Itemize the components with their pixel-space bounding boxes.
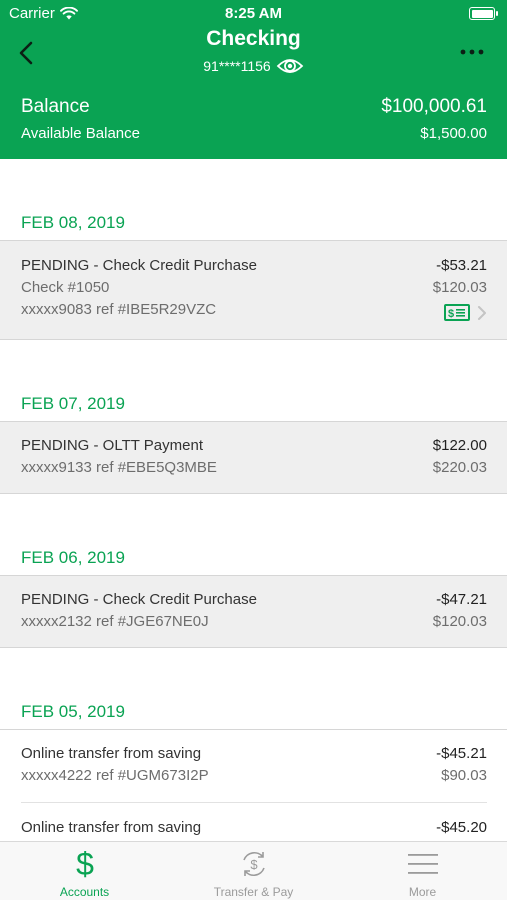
account-header: Carrier 8:25 AM Checking 91****1156 Bala… xyxy=(0,0,507,159)
transaction-row[interactable]: Online transfer from saving xxxxx4222 re… xyxy=(0,729,507,841)
svg-text:$: $ xyxy=(250,857,258,872)
row-divider xyxy=(21,802,487,803)
transaction-reference: xxxxx9083 ref #IBE5R29VZC xyxy=(21,301,217,318)
svg-text:$: $ xyxy=(448,308,454,319)
transaction-reference: xxxxx9133 ref #EBE5Q3MBE xyxy=(21,459,217,476)
transfer-pay-icon: $ xyxy=(242,851,265,877)
status-time: 8:25 AM xyxy=(225,5,282,22)
balance-label: Balance xyxy=(21,96,90,117)
tab-transfer-pay[interactable]: $ Transfer & Pay xyxy=(169,842,338,900)
transaction-description: Online transfer from saving xyxy=(21,745,202,762)
account-number: 91****1156 xyxy=(203,58,271,74)
chevron-right-icon xyxy=(478,306,486,320)
tab-label: Transfer & Pay xyxy=(213,885,294,899)
tab-more[interactable]: More xyxy=(338,842,507,900)
transaction-amount: -$47.21 xyxy=(436,591,487,608)
more-options-button[interactable] xyxy=(457,40,487,64)
transaction-running-balance: $120.03 xyxy=(432,613,487,630)
transaction-reference: xxxxx2132 ref #JGE67NE0J xyxy=(21,613,209,630)
tab-accounts[interactable]: $ Accounts xyxy=(0,842,169,900)
transaction-check-number: Check #1050 xyxy=(21,279,110,296)
check-image-icon[interactable]: $ xyxy=(444,304,470,321)
balance-value: $100,000.61 xyxy=(381,96,487,117)
transaction-amount: $122.00 xyxy=(432,437,487,454)
available-balance-label: Available Balance xyxy=(21,125,140,142)
date-header: FEB 06, 2019 xyxy=(21,548,125,567)
date-header: FEB 07, 2019 xyxy=(21,394,125,413)
transaction-amount: -$45.21 xyxy=(436,745,487,762)
page-title: Checking xyxy=(206,27,301,50)
transaction-amount: -$53.21 xyxy=(436,257,487,274)
transaction-description: PENDING - Check Credit Purchase xyxy=(21,257,257,274)
transaction-description: PENDING - OLTT Payment xyxy=(21,437,203,454)
transaction-description: PENDING - Check Credit Purchase xyxy=(21,591,257,608)
transaction-row[interactable]: PENDING - Check Credit Purchase Check #1… xyxy=(0,240,507,340)
transaction-reference: xxxxx4222 ref #UGM673I2P xyxy=(21,767,209,784)
transaction-amount: -$45.20 xyxy=(436,819,487,836)
available-balance-value: $1,500.00 xyxy=(420,125,487,142)
transaction-running-balance: $120.03 xyxy=(432,279,487,296)
svg-text:$: $ xyxy=(76,846,94,880)
transaction-running-balance: $90.03 xyxy=(441,767,487,784)
transaction-list[interactable]: FEB 08, 2019 PENDING - Check Credit Purc… xyxy=(0,159,507,841)
account-number-row: 91****1156 xyxy=(0,56,507,76)
transaction-running-balance: $220.03 xyxy=(432,459,487,476)
tab-bar: $ Accounts $ Transfer & Pay More xyxy=(0,841,507,900)
transaction-row[interactable]: PENDING - OLTT Payment xxxxx9133 ref #EB… xyxy=(0,421,507,494)
battery-icon xyxy=(469,7,498,20)
status-bar: Carrier 8:25 AM xyxy=(0,0,507,28)
dollar-icon: $ xyxy=(76,846,94,880)
tab-label: Accounts xyxy=(59,885,110,899)
tab-label: More xyxy=(408,885,437,899)
date-header: FEB 05, 2019 xyxy=(21,702,125,721)
eye-icon[interactable] xyxy=(276,56,304,76)
date-header: FEB 08, 2019 xyxy=(21,213,125,232)
ellipsis-icon xyxy=(460,49,484,55)
menu-icon xyxy=(407,854,438,874)
transaction-row[interactable]: PENDING - Check Credit Purchase xxxxx213… xyxy=(0,575,507,648)
transaction-description: Online transfer from saving xyxy=(21,819,202,836)
